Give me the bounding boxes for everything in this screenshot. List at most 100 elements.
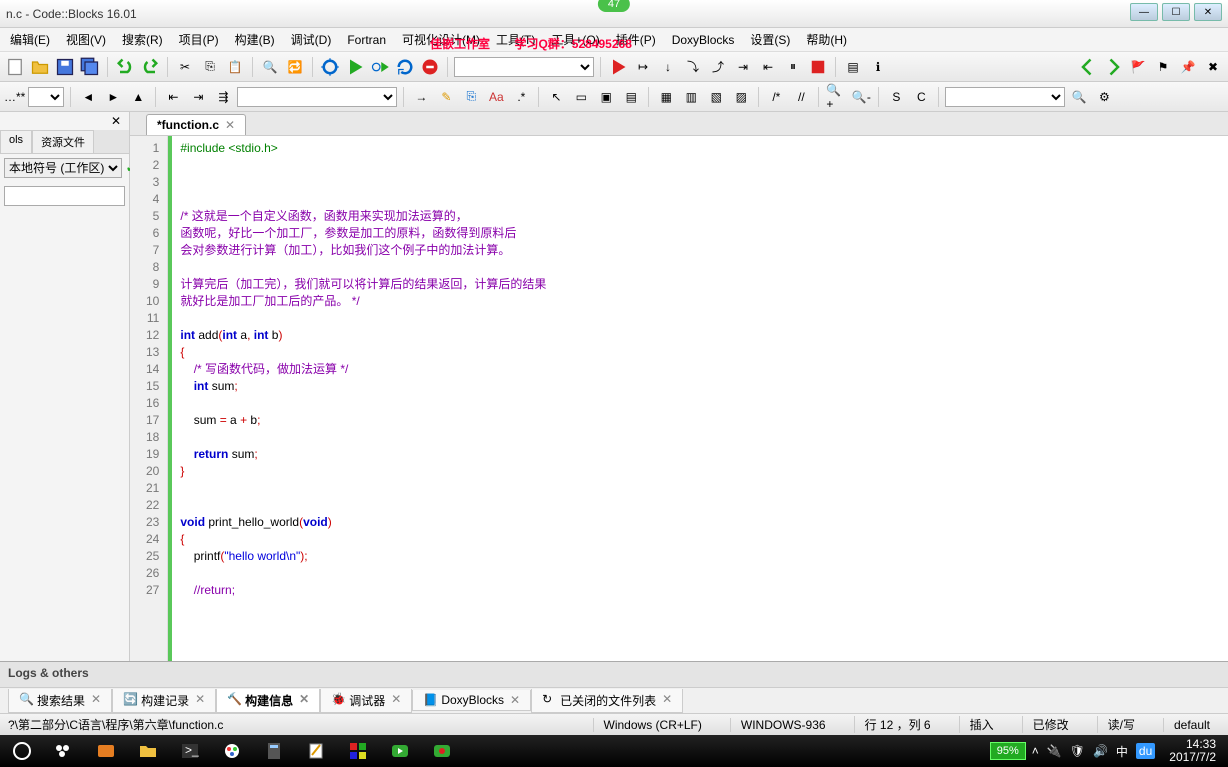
symbol-select[interactable] [237, 87, 397, 107]
log-tab-cycle[interactable]: 🔄构建记录✕ [112, 689, 216, 713]
c-button[interactable]: C [910, 86, 932, 108]
code-editor[interactable]: 1234567891011121314151617181920212223242… [130, 136, 1228, 661]
cortana-icon[interactable] [46, 736, 82, 766]
code-content[interactable]: #include <stdio.h> /* 这就是一个自定义函数，函数用来实现加… [172, 136, 554, 661]
info-button[interactable]: ℹ [867, 56, 889, 78]
close-logtab-icon[interactable]: ✕ [391, 692, 401, 709]
symbol-filter-input[interactable] [4, 186, 125, 206]
menu-item-2[interactable]: 搜索(R) [116, 29, 169, 50]
step-out-button[interactable]: ⤴ [707, 56, 729, 78]
app-calc-icon[interactable] [256, 736, 292, 766]
copy-button[interactable]: ⎘ [199, 56, 221, 78]
debug-run-button[interactable] [607, 56, 629, 78]
app-notepad-icon[interactable] [298, 736, 334, 766]
close-logtab-icon[interactable]: ✕ [662, 692, 672, 709]
menu-item-8[interactable]: 工具(T) [490, 29, 541, 50]
start-button[interactable] [4, 736, 40, 766]
grid1-icon[interactable]: ▦ [655, 86, 677, 108]
build-target-select[interactable] [454, 57, 594, 77]
tray-du-icon[interactable]: du [1136, 743, 1155, 759]
menu-item-3[interactable]: 项目(P) [173, 29, 225, 50]
app-paint-icon[interactable] [214, 736, 250, 766]
menu-item-6[interactable]: Fortran [341, 31, 392, 49]
menu-item-11[interactable]: DoxyBlocks [666, 31, 741, 49]
app-explorer-icon[interactable] [130, 736, 166, 766]
nav-back-button[interactable]: ◄ [77, 86, 99, 108]
settings-icon[interactable]: ⚙ [1093, 86, 1115, 108]
zoom-out-button[interactable]: 🔍- [850, 86, 872, 108]
logs-header[interactable]: Logs & others [0, 661, 1228, 687]
regex-button[interactable]: .* [510, 86, 532, 108]
close-logtab-icon[interactable]: ✕ [510, 693, 520, 707]
jump-last-button[interactable]: ⇶ [212, 86, 234, 108]
build-run-button[interactable] [369, 56, 391, 78]
log-tab-reload[interactable]: ↻已关闭的文件列表✕ [531, 689, 683, 713]
new-file-button[interactable] [4, 56, 26, 78]
undo-button[interactable] [114, 56, 136, 78]
save-button[interactable] [54, 56, 76, 78]
app-wps-icon[interactable] [88, 736, 124, 766]
menu-item-0[interactable]: 编辑(E) [4, 29, 56, 50]
close-button[interactable]: ✕ [1194, 3, 1222, 21]
app-terminal-icon[interactable]: >_ [172, 736, 208, 766]
menu-item-5[interactable]: 调试(D) [285, 29, 338, 50]
menu-item-12[interactable]: 设置(S) [744, 29, 796, 50]
maximize-button[interactable]: ☐ [1162, 3, 1190, 21]
s-button[interactable]: S [885, 86, 907, 108]
tab-resources[interactable]: 资源文件 [32, 130, 94, 153]
battery-indicator[interactable]: 95% [990, 742, 1026, 760]
menu-item-7[interactable]: 可视化设计(M) [396, 29, 486, 50]
rebuild-button[interactable] [394, 56, 416, 78]
panel1-icon[interactable]: ▭ [570, 86, 592, 108]
run-button[interactable] [344, 56, 366, 78]
paste-button[interactable]: 📋 [224, 56, 246, 78]
close-logtab-icon[interactable]: ✕ [299, 692, 309, 709]
step-into-button[interactable]: ⤵ [682, 56, 704, 78]
log-tab-search[interactable]: 🔍搜索结果✕ [8, 689, 112, 713]
next-line-button[interactable]: ↓ [657, 56, 679, 78]
grid3-icon[interactable]: ▧ [705, 86, 727, 108]
zoom-in-button[interactable]: 🔍+ [825, 86, 847, 108]
app-recorder-icon[interactable] [424, 736, 460, 766]
nav-fwd-button[interactable]: ► [102, 86, 124, 108]
block-comment-button[interactable]: /* [765, 86, 787, 108]
redo-button[interactable] [139, 56, 161, 78]
bookmark-prev-button[interactable] [1077, 56, 1099, 78]
menu-item-1[interactable]: 视图(V) [60, 29, 112, 50]
close-logtab-icon[interactable]: ✕ [91, 692, 101, 709]
tray-ime-icon[interactable]: 中 [1116, 743, 1128, 760]
log-tab-bug[interactable]: 🐞调试器✕ [320, 689, 412, 713]
match-button[interactable]: ⎘ [460, 86, 482, 108]
flag-red-icon[interactable]: 🚩 [1127, 56, 1149, 78]
abort-button[interactable] [419, 56, 441, 78]
menu-item-9[interactable]: 工具+(O) [545, 29, 605, 50]
symbol-scope-select[interactable]: 本地符号 (工作区) [4, 158, 122, 178]
debug-windows-button[interactable]: ▤ [842, 56, 864, 78]
line-comment-button[interactable]: // [790, 86, 812, 108]
tray-security-icon[interactable]: 🛡 [1070, 744, 1085, 758]
tab-symbols[interactable]: ols [0, 130, 32, 153]
flag-yellow-icon[interactable]: ⚑ [1152, 56, 1174, 78]
combo-box[interactable] [945, 87, 1065, 107]
clock[interactable]: 14:33 2017/7/2 [1161, 738, 1224, 764]
stop-debug-button[interactable] [807, 56, 829, 78]
flag-add-icon[interactable]: 📌 [1177, 56, 1199, 78]
cursor-icon[interactable]: ↖ [545, 86, 567, 108]
cut-button[interactable]: ✂ [174, 56, 196, 78]
next-instr-button[interactable]: ⇥ [732, 56, 754, 78]
find-button[interactable]: 🔍 [259, 56, 281, 78]
grid2-icon[interactable]: ▥ [680, 86, 702, 108]
run-to-cursor-button[interactable]: ↦ [632, 56, 654, 78]
bookmark-next-button[interactable] [1102, 56, 1124, 78]
tray-volume-icon[interactable]: 🔊 [1093, 744, 1108, 758]
highlight-button[interactable]: ✎ [435, 86, 457, 108]
menu-item-10[interactable]: 插件(P) [610, 29, 662, 50]
jump-prev-button[interactable]: ⇤ [162, 86, 184, 108]
menu-item-4[interactable]: 构建(B) [229, 29, 281, 50]
zoom-select[interactable] [28, 87, 64, 107]
close-logtab-icon[interactable]: ✕ [195, 692, 205, 709]
panel-close-icon[interactable]: ✕ [107, 114, 125, 128]
tray-up-icon[interactable]: ˄ [1032, 744, 1039, 758]
replace-button[interactable]: 🔁 [284, 56, 306, 78]
file-tab-function-c[interactable]: *function.c ✕ [146, 114, 246, 135]
